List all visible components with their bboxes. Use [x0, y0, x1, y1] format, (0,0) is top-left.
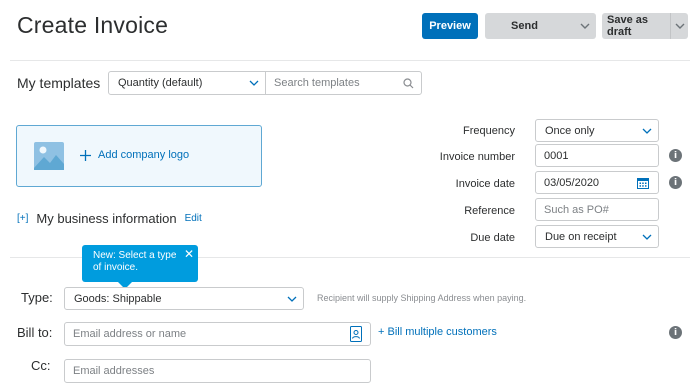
invoice-type-select[interactable]: Goods: Shippable [64, 287, 304, 310]
chevron-down-icon [642, 128, 652, 134]
frequency-label: Frequency [463, 125, 515, 137]
template-search-placeholder: Search templates [274, 77, 360, 89]
invoice-number-input[interactable]: 0001 [535, 144, 659, 167]
chevron-down-icon [249, 80, 259, 86]
chevron-down-icon [580, 23, 590, 29]
invoice-number-label: Invoice number [439, 151, 515, 163]
frequency-select[interactable]: Once only [535, 119, 659, 142]
bill-multiple-customers-link[interactable]: + Bill multiple customers [378, 326, 497, 338]
search-icon [403, 78, 414, 89]
send-button[interactable]: Send [485, 13, 596, 39]
save-draft-button[interactable]: Save as draft [602, 13, 688, 39]
invoice-number-value: 0001 [544, 149, 569, 162]
reference-input[interactable]: Such as PO# [535, 198, 659, 221]
save-draft-dropdown-toggle[interactable] [670, 13, 688, 39]
divider [10, 60, 690, 61]
chevron-down-icon [287, 296, 297, 302]
page-title: Create Invoice [17, 12, 169, 38]
cc-placeholder: Email addresses [73, 365, 155, 377]
expand-business-toggle[interactable]: [+] [17, 213, 28, 224]
save-draft-label: Save as draft [607, 14, 648, 38]
invoice-date-input[interactable]: 03/05/2020 [535, 171, 659, 194]
send-button-label: Send [511, 20, 538, 32]
info-icon[interactable]: i [669, 149, 682, 162]
invoice-date-value: 03/05/2020 [544, 176, 600, 189]
calendar-icon[interactable] [637, 177, 649, 189]
due-date-select[interactable]: Due on receipt [535, 225, 659, 248]
reference-label: Reference [464, 205, 515, 217]
reference-placeholder: Such as PO# [544, 203, 609, 216]
template-select[interactable]: Quantity (default) [108, 71, 266, 95]
send-dropdown-toggle[interactable] [574, 13, 596, 39]
invoice-type-value: Goods: Shippable [74, 292, 162, 305]
add-logo-box[interactable]: Add company logo [16, 125, 262, 187]
tooltip-text: New: Select a type of invoice. [93, 250, 177, 273]
contact-card-icon[interactable] [350, 326, 362, 342]
edit-business-link[interactable]: Edit [185, 213, 202, 224]
due-date-label: Due date [470, 232, 515, 244]
bill-to-label: Bill to: [17, 325, 53, 340]
business-info-title: My business information [36, 211, 177, 226]
type-label: Type: [21, 290, 53, 305]
template-search-input[interactable]: Search templates [265, 71, 422, 95]
type-hint: Recipient will supply Shipping Address w… [317, 293, 527, 303]
bill-to-placeholder: Email address or name [73, 328, 187, 340]
plus-icon [80, 149, 91, 161]
templates-label: My templates [17, 75, 101, 91]
frequency-value: Once only [545, 124, 595, 137]
chevron-down-icon [675, 23, 684, 29]
add-logo-link[interactable]: Add company logo [80, 149, 189, 161]
info-icon[interactable]: i [669, 326, 682, 339]
template-select-value: Quantity (default) [118, 77, 203, 89]
invoice-date-label: Invoice date [455, 178, 515, 190]
cc-input[interactable]: Email addresses [64, 359, 371, 383]
add-logo-label: Add company logo [98, 149, 190, 161]
info-icon[interactable]: i [669, 176, 682, 189]
close-icon[interactable]: ✕ [184, 248, 194, 260]
image-placeholder-icon [34, 142, 64, 170]
chevron-down-icon [642, 234, 652, 240]
bill-to-input[interactable]: Email address or name [64, 322, 371, 346]
due-date-value: Due on receipt [545, 230, 617, 243]
business-info-section: [+] My business information Edit [17, 211, 202, 226]
preview-button-label: Preview [429, 20, 471, 32]
cc-label: Cc: [31, 358, 51, 373]
preview-button[interactable]: Preview [422, 13, 478, 39]
invoice-type-tooltip: New: Select a type of invoice. ✕ [82, 245, 198, 289]
